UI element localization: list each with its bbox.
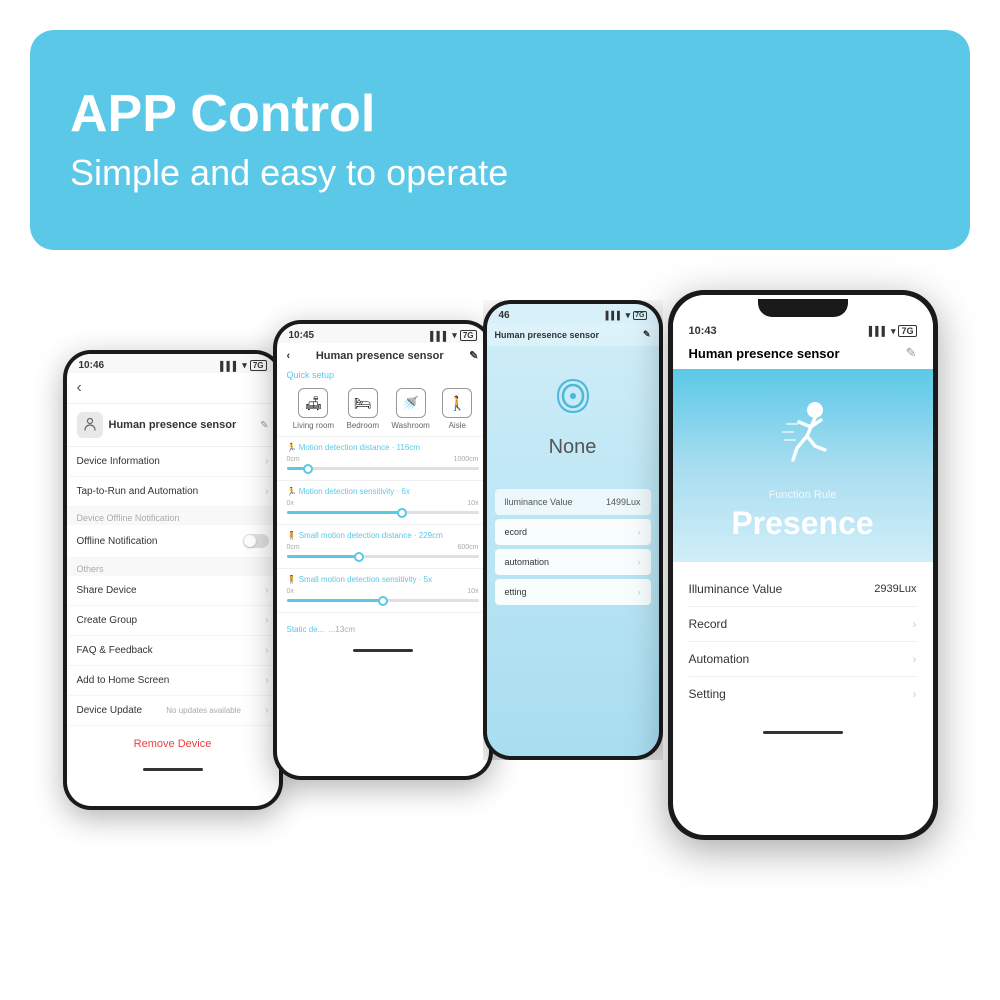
p4-setting-row[interactable]: Setting ›	[689, 677, 917, 711]
p3-status-bar: 46 ▌▌▌ ▾ 7G	[487, 304, 659, 323]
p4-function-rule: Function Rule	[769, 489, 837, 501]
p4-presence-icon	[758, 389, 848, 479]
p4-illuminance-value: 2939Lux	[874, 583, 916, 595]
p2-slider-3-track[interactable]	[287, 555, 479, 558]
p4-main-area: Function Rule Presence	[673, 369, 933, 562]
p3-record-row[interactable]: ecord ›	[495, 519, 651, 545]
p1-time: 10:46	[79, 360, 105, 371]
p2-slider-4-track[interactable]	[287, 599, 479, 602]
phones-container: 10:46 ▌▌▌ ▾ 7G ‹	[0, 270, 1000, 1000]
p4-automation-label: Automation	[689, 652, 750, 666]
p4-record-arrow: ›	[913, 617, 917, 631]
p2-slider-small-dist: 🧍 Small motion detection distance · 229c…	[277, 524, 489, 568]
p2-room-aisle[interactable]: 🚶 Aisle	[442, 388, 472, 430]
arrow-icon: ›	[265, 675, 268, 686]
p4-status-bar: 10:43 ▌▌▌ ▾ 7G	[673, 317, 933, 341]
p1-status-bar: 10:46 ▌▌▌ ▾ 7G	[67, 354, 279, 373]
arrow-icon: ›	[265, 456, 268, 467]
p2-room-living[interactable]: 🛋 Living room	[293, 388, 334, 430]
p1-home-indicator	[67, 762, 279, 777]
p4-info-section: Illuminance Value 2939Lux Record › Autom…	[673, 562, 933, 721]
p4-title: Human presence sensor	[689, 346, 840, 361]
p3-time: 46	[499, 310, 510, 321]
p2-back[interactable]: ‹	[287, 350, 291, 362]
p1-back-icon[interactable]: ‹	[77, 379, 82, 397]
p3-illuminance-row: lluminance Value 1499Lux	[495, 489, 651, 515]
arrow-icon: ›	[265, 585, 268, 596]
arrow-icon: ›	[265, 486, 268, 497]
p1-nav: ‹	[67, 373, 279, 404]
header-banner: APP Control Simple and easy to operate	[30, 30, 970, 250]
p4-illuminance-label: Illuminance Value	[689, 582, 783, 596]
p2-quick-setup-label: Quick setup	[277, 368, 489, 382]
p2-status-bar: 10:45 ▌▌▌ ▾ 7G	[277, 324, 489, 343]
p2-header: ‹ Human presence sensor ✎	[277, 343, 489, 368]
p3-status-none: None	[549, 436, 597, 459]
p1-section-offline: Device Offline Notification	[67, 507, 279, 525]
p2-slider-motion-sens: 🏃 Motion detection sensitivity · 6x 0x 1…	[277, 480, 489, 524]
header-title: APP Control	[70, 86, 930, 143]
p2-slider-small-sens: 🧍 Small motion detection sensitivity · 5…	[277, 568, 489, 612]
p1-edit-icon[interactable]: ✎	[260, 420, 268, 431]
p3-setting-row[interactable]: etting ›	[495, 579, 651, 605]
phone1: 10:46 ▌▌▌ ▾ 7G ‹	[63, 350, 283, 810]
p1-offline-notification[interactable]: Offline Notification	[67, 525, 279, 558]
arrow-icon: ›	[265, 705, 268, 716]
p2-time: 10:45	[289, 330, 315, 341]
p4-title-row: Human presence sensor ✎	[673, 341, 933, 369]
p4-notch-area	[673, 295, 933, 317]
p1-device-name: Human presence sensor	[109, 419, 255, 431]
p3-wave-icon	[543, 366, 603, 426]
p1-faq-feedback[interactable]: FAQ & Feedback ›	[67, 636, 279, 666]
p4-record-row[interactable]: Record ›	[689, 607, 917, 642]
p1-device-row: Human presence sensor ✎	[67, 404, 279, 447]
p4-automation-arrow: ›	[913, 652, 917, 666]
p4-presence-text: Presence	[731, 505, 873, 542]
p1-offline-toggle[interactable]	[243, 534, 269, 548]
p2-slider-2-track[interactable]	[287, 511, 479, 514]
header-subtitle: Simple and easy to operate	[70, 152, 930, 194]
p4-notch	[758, 299, 848, 317]
p1-menu-tap-run[interactable]: Tap-to-Run and Automation ›	[67, 477, 279, 507]
p3-main: None	[487, 346, 659, 489]
p2-quick-icons: 🛋 Living room 🛏 Bedroom 🚿 Washroom 🚶 Ais…	[277, 382, 489, 436]
p4-setting-label: Setting	[689, 687, 726, 701]
p3-automation-row[interactable]: automation ›	[495, 549, 651, 575]
p2-room-washroom[interactable]: 🚿 Washroom	[391, 388, 429, 430]
p1-device-icon	[77, 412, 103, 438]
p2-edit[interactable]: ✎	[469, 349, 478, 362]
p2-static-label: Static de... ...13cm	[277, 612, 489, 643]
p3-info-section: lluminance Value 1499Lux ecord › automat…	[487, 489, 659, 605]
p1-create-group[interactable]: Create Group ›	[67, 606, 279, 636]
p2-room-bedroom[interactable]: 🛏 Bedroom	[347, 388, 379, 430]
p1-device-update[interactable]: Device Update No updates available ›	[67, 696, 279, 726]
p4-automation-row[interactable]: Automation ›	[689, 642, 917, 677]
p1-section-others: Others	[67, 558, 279, 576]
p1-status-icons: ▌▌▌ ▾ 7G	[220, 360, 266, 371]
p2-slider-motion-dist: 🏃 Motion detection distance · 116cm 0cm …	[277, 436, 489, 480]
p2-status-icons: ▌▌▌ ▾ 7G	[430, 330, 476, 341]
p3-edit-icon[interactable]: ✎	[643, 329, 651, 340]
p4-edit-icon[interactable]: ✎	[906, 345, 917, 361]
arrow-icon: ›	[265, 615, 268, 626]
p2-title: Human presence sensor	[316, 350, 444, 362]
p2-home-indicator	[277, 643, 489, 658]
p4-illuminance-row: Illuminance Value 2939Lux	[689, 572, 917, 607]
p3-header: Human presence sensor ✎	[487, 323, 659, 346]
phone4: 10:43 ▌▌▌ ▾ 7G Human presence sensor ✎	[668, 290, 938, 840]
p4-time: 10:43	[689, 325, 717, 337]
p1-menu-device-info[interactable]: Device Information ›	[67, 447, 279, 477]
p3-title: Human presence sensor	[495, 330, 600, 340]
p2-slider-1-track[interactable]	[287, 467, 479, 470]
p1-remove-device[interactable]: Remove Device	[67, 726, 279, 762]
p4-setting-arrow: ›	[913, 687, 917, 701]
p4-record-label: Record	[689, 617, 728, 631]
p1-share-device[interactable]: Share Device ›	[67, 576, 279, 606]
p1-add-home-screen[interactable]: Add to Home Screen ›	[67, 666, 279, 696]
p4-home-indicator	[673, 721, 933, 742]
arrow-icon: ›	[265, 645, 268, 656]
p3-screen: 46 ▌▌▌ ▾ 7G Human presence sensor ✎	[487, 304, 659, 756]
phone3: 46 ▌▌▌ ▾ 7G Human presence sensor ✎	[483, 300, 663, 760]
phone2: 10:45 ▌▌▌ ▾ 7G ‹ Human presence sensor ✎…	[273, 320, 493, 780]
